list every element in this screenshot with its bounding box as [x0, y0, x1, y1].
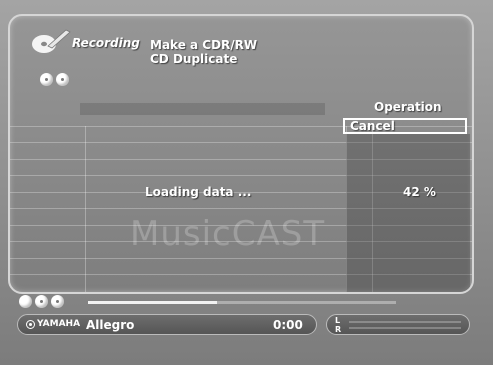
- page-title-line2: CD Duplicate: [150, 52, 238, 66]
- level-labels: L R: [335, 316, 341, 334]
- level-left-label: L: [335, 316, 341, 325]
- mode-label: Recording: [72, 36, 140, 50]
- track-name: Allegro: [86, 318, 135, 332]
- track-time: 0:00: [273, 318, 303, 332]
- progress-percent: 42 %: [403, 185, 436, 199]
- level-meter: L R: [326, 314, 470, 335]
- operation-header: Operation: [374, 100, 442, 114]
- page-title-line1: Make a CDR/RW: [150, 38, 258, 52]
- watermark: MusicCAST: [130, 214, 326, 254]
- level-right-label: R: [335, 325, 342, 334]
- yamaha-tuning-fork-icon: [26, 319, 35, 329]
- progress-bar: [88, 301, 396, 304]
- cancel-button[interactable]: Cancel: [343, 118, 467, 134]
- loading-status: Loading data ...: [145, 185, 252, 199]
- cd-dots-icon: [40, 73, 69, 86]
- screen: MusicCAST Recording Make a CDR/RW CD Dup…: [0, 0, 493, 365]
- recording-disc-icon: [32, 29, 71, 53]
- brand-label: YAMAHA: [37, 319, 81, 329]
- transport-dots-icon: [19, 295, 64, 308]
- progress-fill: [88, 301, 218, 304]
- brand-logo: YAMAHA: [26, 319, 80, 329]
- operation-column: [346, 134, 470, 292]
- now-playing-bar: YAMAHA Allegro 0:00: [17, 314, 317, 335]
- main-panel: MusicCAST: [8, 14, 474, 294]
- header-band: [80, 103, 325, 115]
- meter-right: [349, 327, 461, 329]
- meter-left: [349, 321, 461, 323]
